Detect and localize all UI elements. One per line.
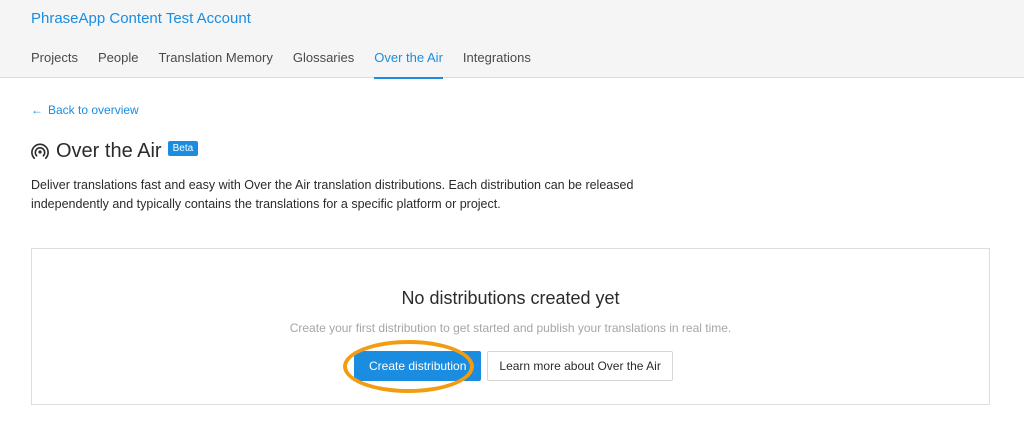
tab-glossaries[interactable]: Glossaries: [293, 50, 354, 78]
empty-state-panel: No distributions created yet Create your…: [31, 248, 990, 405]
tab-over-the-air[interactable]: Over the Air: [374, 50, 443, 79]
main-nav: Projects People Translation Memory Gloss…: [31, 50, 551, 79]
empty-state-actions: Create distribution Learn more about Ove…: [354, 351, 673, 381]
page-title-row: Over the Air Beta: [31, 140, 199, 163]
empty-state-title: No distributions created yet: [401, 288, 620, 308]
tab-projects[interactable]: Projects: [31, 50, 78, 78]
tab-integrations[interactable]: Integrations: [463, 50, 531, 78]
arrow-left-icon: ←: [31, 103, 43, 117]
back-to-overview-link[interactable]: ← Back to overview: [31, 103, 139, 117]
tab-translation-memory[interactable]: Translation Memory: [158, 50, 272, 78]
page-description: Deliver translations fast and easy with …: [31, 178, 634, 211]
broadcast-icon: [31, 143, 49, 159]
account-name[interactable]: PhraseApp Content Test Account: [31, 10, 251, 27]
learn-more-button[interactable]: Learn more about Over the Air: [487, 351, 673, 381]
back-link-label: Back to overview: [48, 103, 139, 117]
beta-badge: Beta: [167, 141, 199, 156]
empty-state-subtitle: Create your first distribution to get st…: [289, 321, 732, 335]
top-header: PhraseApp Content Test Account Projects …: [0, 0, 1024, 79]
tab-people[interactable]: People: [98, 50, 138, 78]
page-title: Over the Air: [56, 140, 162, 162]
create-distribution-button[interactable]: Create distribution: [354, 351, 482, 381]
